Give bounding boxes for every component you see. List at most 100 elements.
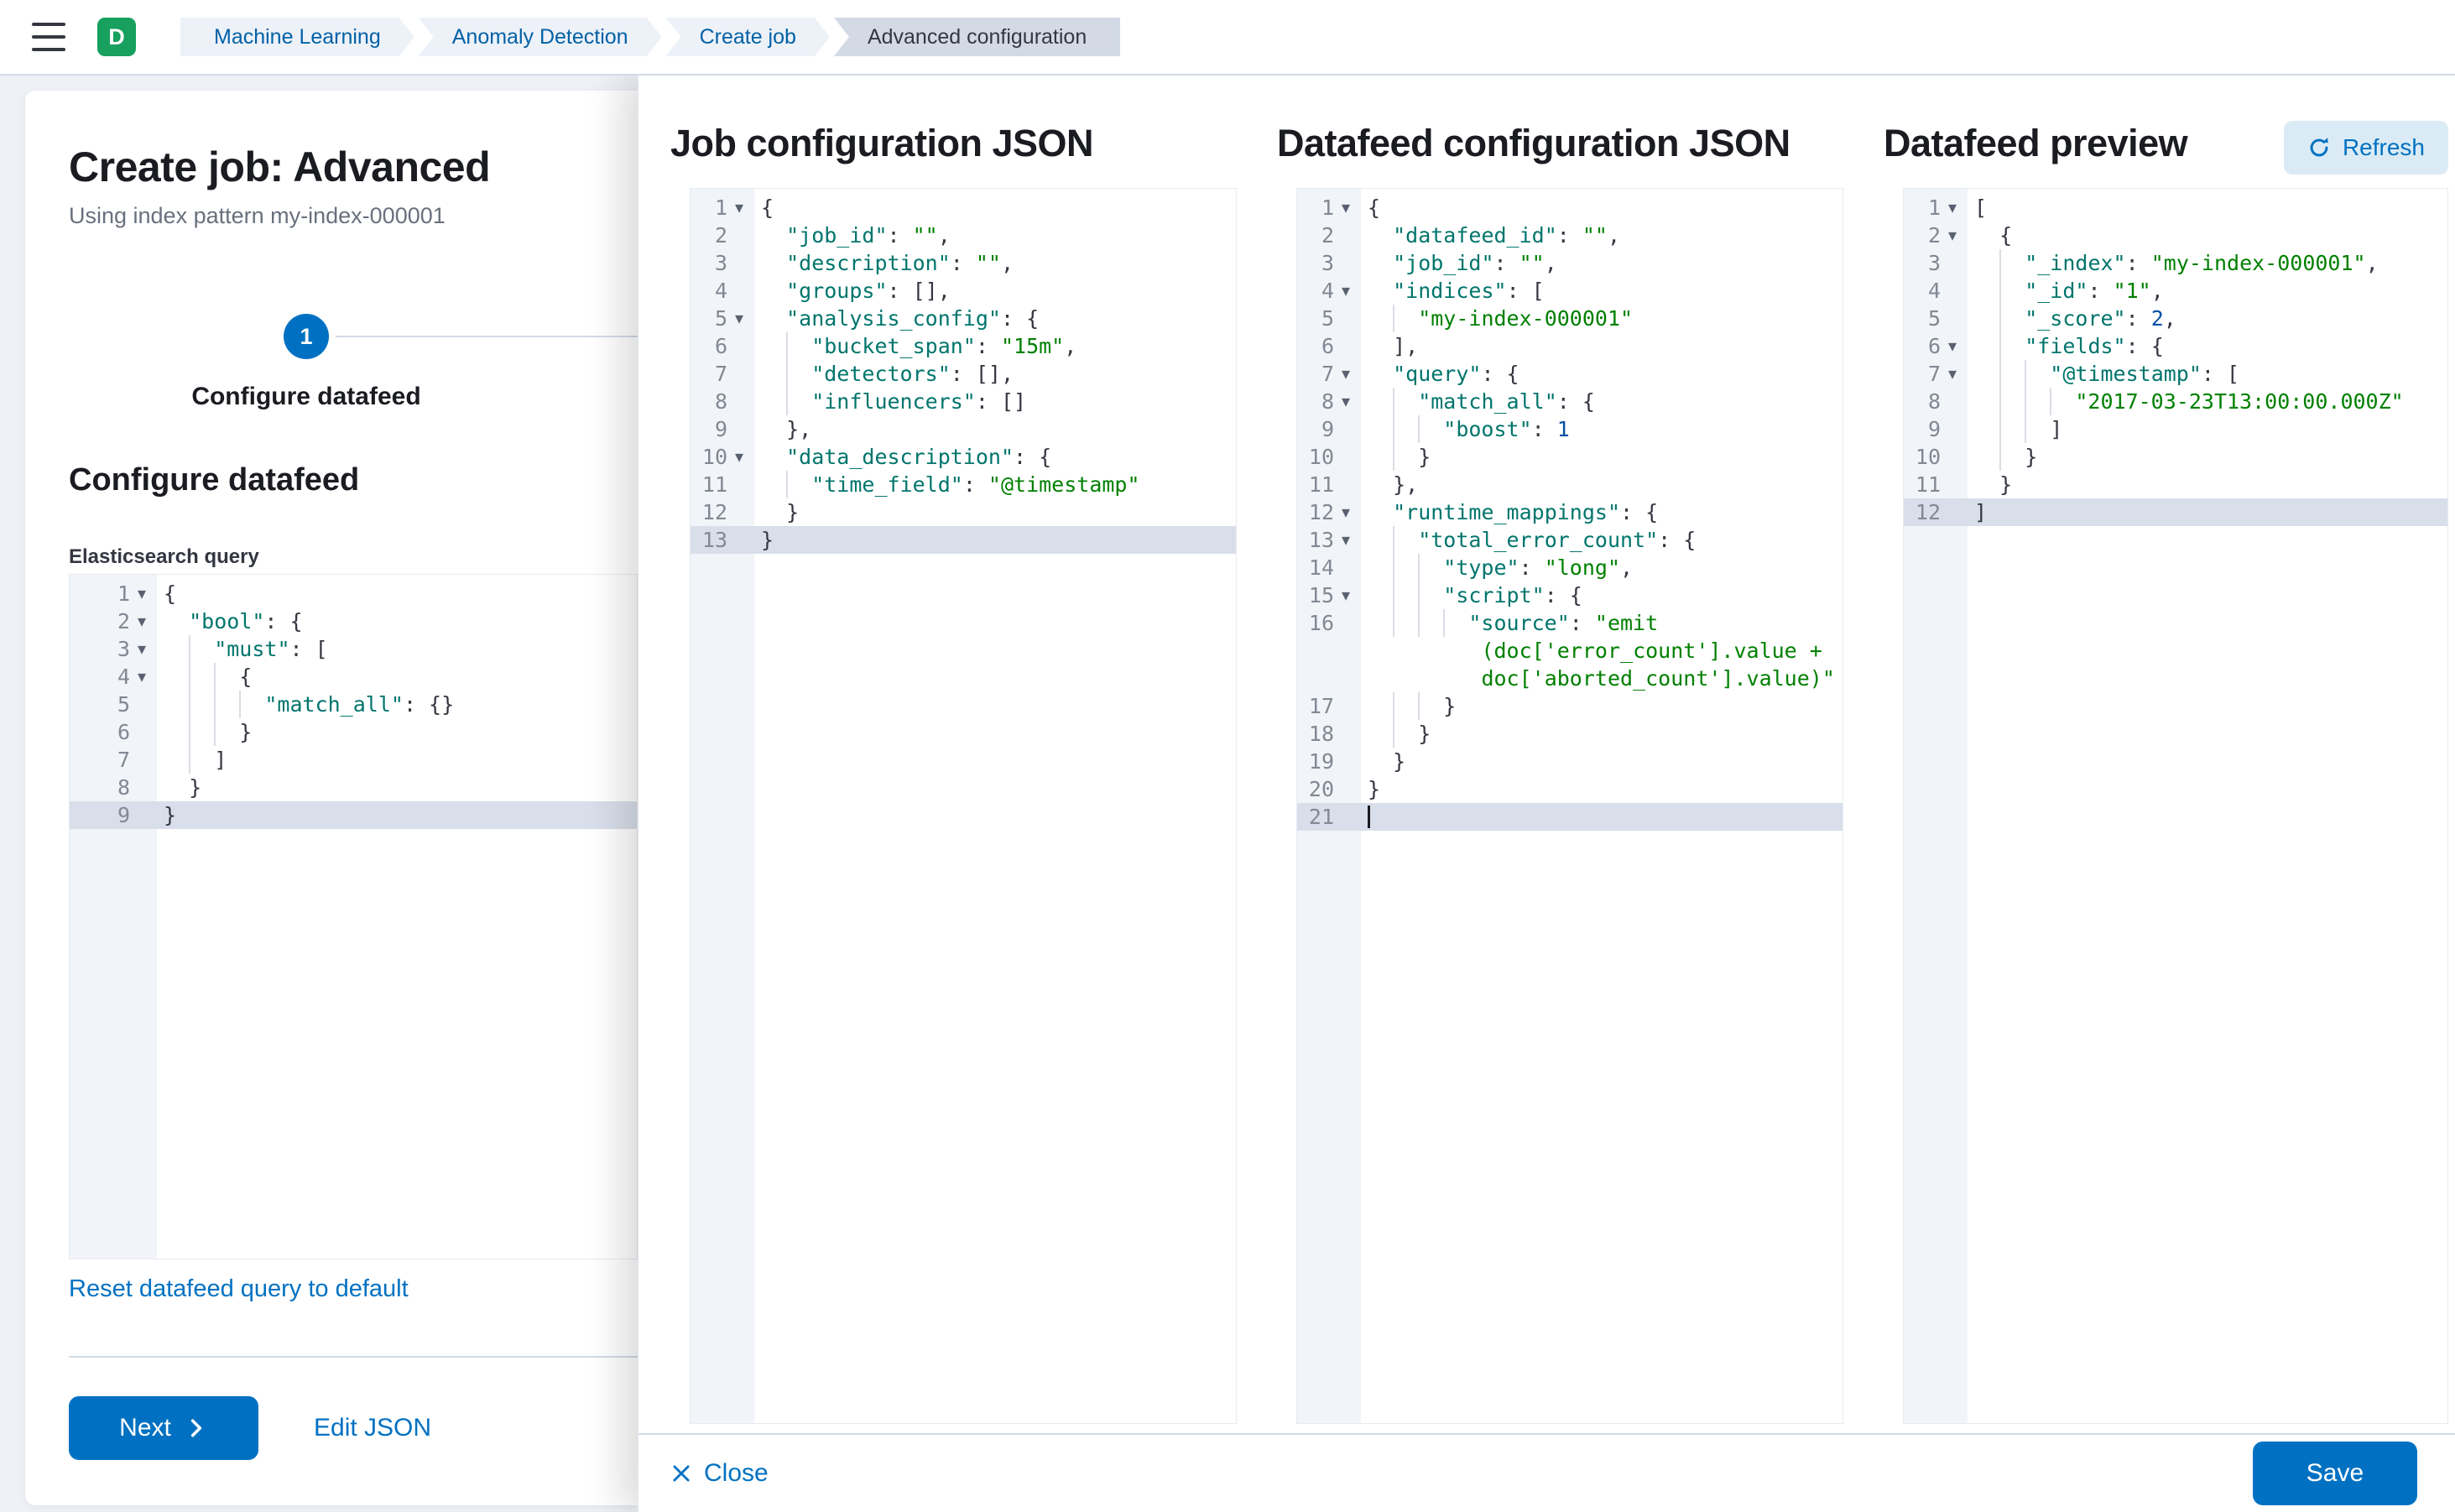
close-icon	[670, 1462, 692, 1484]
reset-datafeed-query-link[interactable]: Reset datafeed query to default	[69, 1275, 409, 1303]
breadcrumb-advanced-configuration: Advanced configuration	[834, 18, 1120, 56]
fold-arrow-icon[interactable]: ▾	[130, 635, 154, 663]
code-line: 1▾{	[1297, 194, 1843, 222]
datafeed-preview-column: Datafeed preview Refresh 1▾[2▾{3"_index"…	[1884, 121, 2448, 1433]
flyout-footer: Close Save	[639, 1433, 2455, 1512]
breadcrumb-machine-learning[interactable]: Machine Learning	[180, 18, 414, 56]
code-line: 3"job_id": "",	[1297, 249, 1843, 277]
line-number: 2	[1321, 222, 1334, 249]
line-number: 13	[702, 526, 727, 554]
line-number: 13	[1309, 526, 1334, 554]
fold-arrow-icon[interactable]: ▾	[1941, 194, 1964, 222]
code-line: 2▾{	[1904, 222, 2447, 249]
line-number: 2	[715, 222, 727, 249]
line-number: 3	[117, 635, 130, 663]
line-number: 19	[1309, 748, 1334, 775]
line-number: 1	[715, 194, 727, 222]
code-line: (doc['error_count'].value +	[1297, 637, 1843, 665]
next-button[interactable]: Next	[69, 1396, 258, 1460]
code-line: 8"influencers": []	[691, 388, 1236, 415]
code-line: 10▾"data_description": {	[691, 443, 1236, 471]
datafeed-configuration-editor[interactable]: 1▾{2"datafeed_id": "",3"job_id": "",4▾"i…	[1296, 188, 1843, 1424]
line-number: 4	[1928, 277, 1941, 305]
fold-arrow-icon[interactable]: ▾	[1334, 581, 1358, 609]
code-line: 2"job_id": "",	[691, 222, 1236, 249]
line-number: 3	[715, 249, 727, 277]
refresh-icon	[2307, 136, 2331, 159]
line-number: 10	[702, 443, 727, 471]
line-number: 10	[1916, 443, 1941, 471]
line-number: 5	[1321, 305, 1334, 332]
code-line: 4"groups": [],	[691, 277, 1236, 305]
code-line: 7▾"query": {	[1297, 360, 1843, 388]
code-line: 1▾{	[70, 580, 637, 607]
line-number: 14	[1309, 554, 1334, 581]
job-configuration-editor[interactable]: 1▾{2"job_id": "",3"description": "",4"gr…	[690, 188, 1237, 1424]
line-number: 8	[1321, 388, 1334, 415]
code-line: 6}	[70, 718, 637, 746]
fold-arrow-icon[interactable]: ▾	[727, 194, 751, 222]
fold-arrow-icon[interactable]: ▾	[1334, 388, 1358, 415]
next-button-label: Next	[119, 1414, 171, 1442]
code-line: 17}	[1297, 692, 1843, 720]
step-1-label: Configure datafeed	[138, 383, 474, 411]
line-number: 4	[117, 663, 130, 691]
line-number: 4	[1321, 277, 1334, 305]
breadcrumb-create-job[interactable]: Create job	[666, 18, 830, 56]
datafeed-preview-editor[interactable]: 1▾[2▾{3"_index": "my-index-000001",4"_id…	[1903, 188, 2448, 1424]
fold-arrow-icon[interactable]: ▾	[130, 607, 154, 635]
code-line: 15▾"script": {	[1297, 581, 1843, 609]
fold-arrow-icon[interactable]: ▾	[130, 580, 154, 607]
fold-arrow-icon[interactable]: ▾	[1941, 332, 1964, 360]
refresh-button[interactable]: Refresh	[2284, 121, 2448, 175]
line-number: 5	[715, 305, 727, 332]
code-line: 3"description": "",	[691, 249, 1236, 277]
fold-arrow-icon[interactable]: ▾	[1334, 498, 1358, 526]
datafeed-configuration-title: Datafeed configuration JSON	[1277, 121, 1843, 166]
elasticsearch-query-editor[interactable]: 1▾{2▾"bool": {3▾"must": [4▾{5"match_all"…	[69, 574, 638, 1259]
code-line: 11"time_field": "@timestamp"	[691, 471, 1236, 498]
code-line: 4"_id": "1",	[1904, 277, 2447, 305]
code-line: 3"_index": "my-index-000001",	[1904, 249, 2447, 277]
line-number: 8	[715, 388, 727, 415]
close-button[interactable]: Close	[670, 1459, 769, 1488]
line-number: 10	[1309, 443, 1334, 471]
line-number: 11	[1916, 471, 1941, 498]
code-line: 12▾"runtime_mappings": {	[1297, 498, 1843, 526]
fold-arrow-icon[interactable]: ▾	[727, 443, 751, 471]
fold-arrow-icon[interactable]: ▾	[1334, 194, 1358, 222]
fold-arrow-icon[interactable]: ▾	[130, 663, 154, 691]
edit-json-link[interactable]: Edit JSON	[314, 1414, 431, 1442]
datafeed-preview-title: Datafeed preview	[1884, 121, 2187, 166]
text-cursor	[1368, 806, 1370, 828]
fold-arrow-icon[interactable]: ▾	[727, 305, 751, 332]
code-line: 12}	[691, 498, 1236, 526]
space-avatar[interactable]: D	[97, 18, 136, 56]
menu-icon[interactable]	[32, 23, 65, 51]
code-line: 11},	[1297, 471, 1843, 498]
fold-arrow-icon[interactable]: ▾	[1941, 360, 1964, 388]
job-configuration-column: Job configuration JSON 1▾{2"job_id": "",…	[670, 121, 1237, 1433]
line-number: 5	[1928, 305, 1941, 332]
line-number: 2	[1928, 222, 1941, 249]
code-line: 6"bucket_span": "15m",	[691, 332, 1236, 360]
index-pattern-subtitle: Using index pattern my-index-000001	[69, 203, 446, 229]
code-line: 1▾{	[691, 194, 1236, 222]
code-line: 1▾[	[1904, 194, 2447, 222]
line-number: 9	[715, 415, 727, 443]
fold-arrow-icon[interactable]: ▾	[1334, 360, 1358, 388]
code-line: 7]	[70, 746, 637, 774]
code-line: 21	[1297, 803, 1843, 831]
fold-arrow-icon[interactable]: ▾	[1941, 222, 1964, 249]
breadcrumb-anomaly-detection[interactable]: Anomaly Detection	[419, 18, 662, 56]
line-number: 12	[702, 498, 727, 526]
line-number: 8	[117, 774, 130, 801]
save-button[interactable]: Save	[2253, 1442, 2417, 1505]
step-1-indicator[interactable]: 1	[284, 314, 329, 359]
breadcrumb: Machine Learning Anomaly Detection Creat…	[180, 18, 1120, 56]
code-line: 8}	[70, 774, 637, 801]
code-line: 8"2017-03-23T13:00:00.000Z"	[1904, 388, 2447, 415]
fold-arrow-icon[interactable]: ▾	[1334, 277, 1358, 305]
line-number: 12	[1916, 498, 1941, 526]
fold-arrow-icon[interactable]: ▾	[1334, 526, 1358, 554]
